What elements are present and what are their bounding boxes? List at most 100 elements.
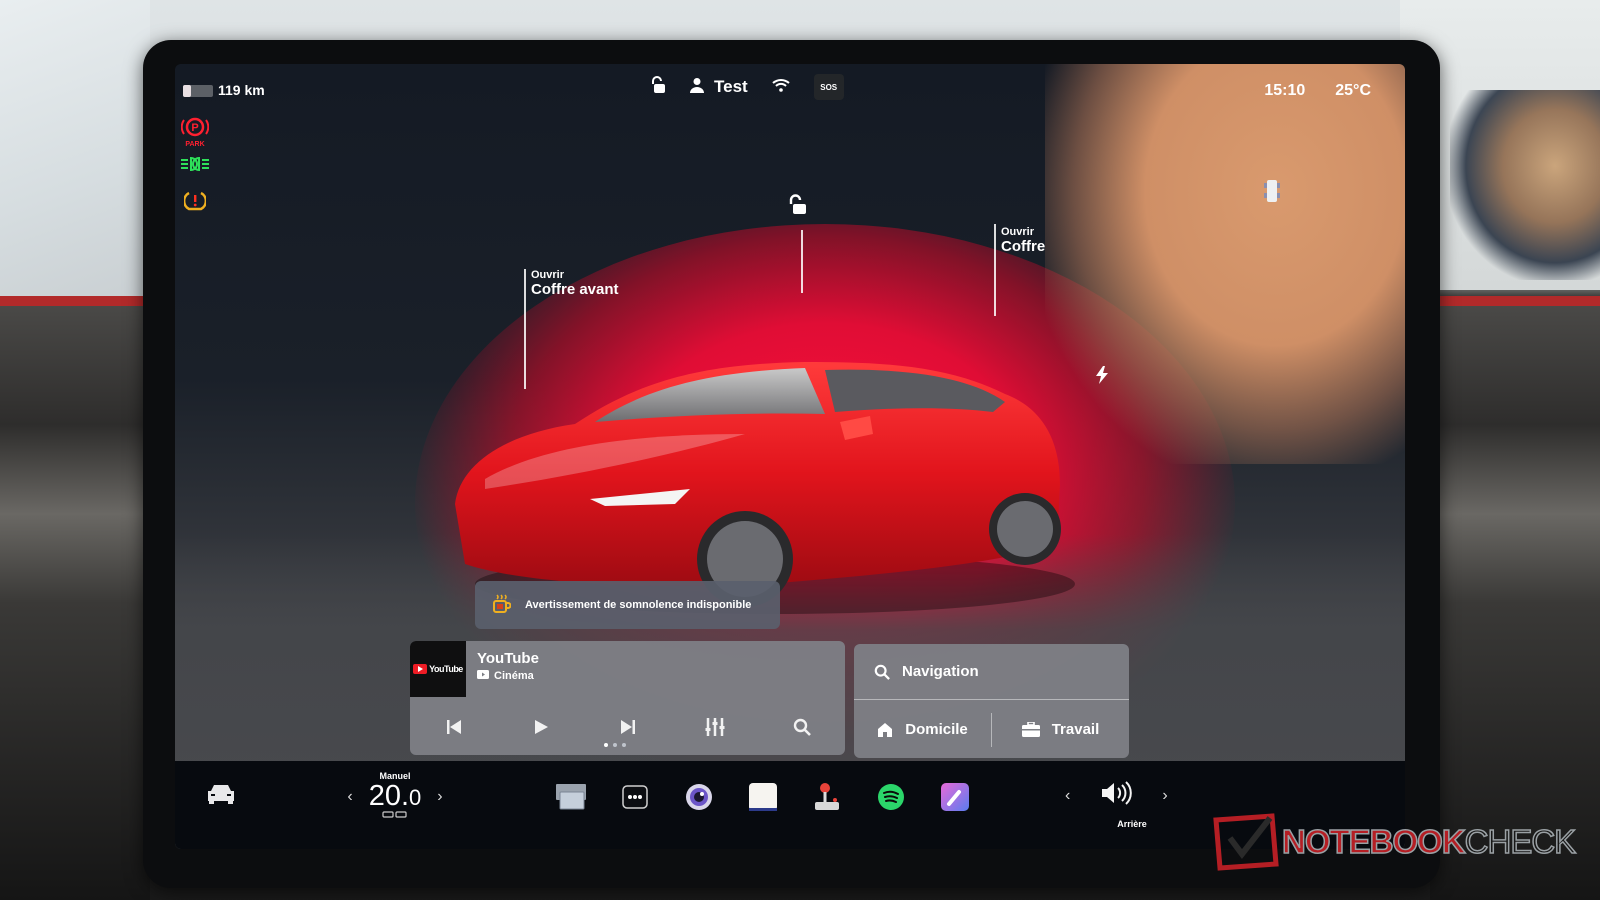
navigation-card: Navigation Domicile Travail bbox=[854, 644, 1129, 758]
volume-up-button[interactable]: › bbox=[1162, 787, 1167, 805]
background-person bbox=[1450, 90, 1600, 280]
page-indicator[interactable] bbox=[604, 743, 626, 747]
seat-heater-icons[interactable] bbox=[340, 811, 450, 822]
park-brake-indicator: P PARK bbox=[175, 116, 215, 148]
equalizer-button[interactable] bbox=[700, 712, 730, 742]
media-subtitle-text: Cinéma bbox=[494, 670, 534, 682]
headlights-indicator bbox=[175, 156, 215, 177]
seat-heater-icon bbox=[382, 811, 407, 818]
tire-pressure-warning-icon bbox=[182, 190, 208, 217]
profile-button[interactable]: Test bbox=[690, 77, 748, 98]
volume-zone-label: Arrière bbox=[1117, 819, 1147, 829]
app-spotify[interactable] bbox=[875, 781, 907, 813]
notebookcheck-watermark: NOTEBOOK CHECK bbox=[1212, 812, 1577, 872]
volume-down-button[interactable]: ‹ bbox=[1065, 787, 1070, 805]
drowsiness-alert: Avertissement de somnolence indisponible bbox=[475, 581, 780, 629]
media-source-art[interactable]: YouTube bbox=[410, 641, 466, 697]
park-label: PARK bbox=[185, 141, 205, 148]
frunk-label: Coffre avant bbox=[531, 281, 619, 298]
range-readout: 119 km bbox=[218, 82, 265, 98]
work-label: Travail bbox=[1051, 721, 1100, 738]
app-screen[interactable] bbox=[555, 781, 587, 813]
screen-reflection bbox=[1045, 64, 1405, 464]
briefcase-icon bbox=[1021, 722, 1040, 737]
coffee-cup-icon bbox=[493, 593, 512, 617]
play-button[interactable] bbox=[526, 712, 556, 742]
profile-name: Test bbox=[714, 77, 748, 96]
app-games[interactable] bbox=[811, 781, 843, 813]
page-dot-2[interactable] bbox=[613, 743, 617, 747]
drowsiness-alert-text: Avertissement de somnolence indisponible bbox=[525, 599, 752, 611]
notes-icon bbox=[749, 783, 777, 811]
vehicle-controls-button[interactable] bbox=[205, 783, 237, 810]
status-bar: 119 km Test SOS 15:10 25°C bbox=[175, 64, 1405, 114]
app-more[interactable] bbox=[619, 781, 651, 813]
search-icon bbox=[793, 718, 811, 736]
watermark-text-notebook: NOTEBOOK bbox=[1281, 822, 1466, 861]
skip-forward-icon bbox=[620, 720, 635, 734]
volume-control: ‹ › Arrière bbox=[1065, 781, 1168, 829]
app-notes[interactable] bbox=[747, 781, 779, 813]
vehicle-render[interactable] bbox=[445, 294, 1085, 624]
screen-icon bbox=[556, 784, 586, 810]
navigation-search-button[interactable]: Navigation bbox=[854, 644, 1129, 700]
climate-control: Manuel ‹ 20.0 › bbox=[340, 771, 450, 822]
sos-label: SOS bbox=[820, 82, 838, 92]
home-label: Domicile bbox=[905, 721, 968, 738]
parking-brake-icon: P bbox=[180, 116, 210, 143]
previous-track-button[interactable] bbox=[439, 712, 469, 742]
battery-indicator bbox=[183, 85, 213, 97]
youtube-logo: YouTube bbox=[413, 664, 463, 674]
media-title: YouTube bbox=[477, 650, 539, 667]
door-unlock-icon[interactable] bbox=[787, 194, 809, 221]
navigation-shortcuts: Domicile Travail bbox=[854, 701, 1129, 758]
search-icon bbox=[874, 664, 890, 680]
trunk-label: Coffre bbox=[1001, 238, 1046, 255]
wifi-icon[interactable] bbox=[772, 77, 790, 97]
camera-icon bbox=[686, 784, 712, 810]
volume-button[interactable] bbox=[1100, 781, 1133, 810]
headlights-icon bbox=[180, 156, 210, 177]
checkmark-logo-icon bbox=[1213, 813, 1279, 871]
time-temperature: 15:10 25°C bbox=[1264, 82, 1371, 100]
sos-button[interactable]: SOS bbox=[813, 74, 844, 100]
media-subtitle: Cinéma bbox=[477, 670, 534, 682]
background-room-left bbox=[0, 0, 150, 300]
app-camera[interactable] bbox=[683, 781, 715, 813]
equalizer-icon bbox=[705, 718, 724, 736]
play-icon bbox=[534, 720, 548, 734]
vehicle-rear-rim bbox=[997, 501, 1053, 557]
joystick-icon bbox=[815, 783, 839, 810]
page-dot-1[interactable] bbox=[604, 743, 608, 747]
video-icon bbox=[477, 670, 489, 682]
center-status: Test SOS bbox=[650, 74, 844, 100]
temperature-decimal: 0 bbox=[409, 785, 422, 810]
lock-icon[interactable] bbox=[650, 75, 666, 99]
app-karaoke[interactable] bbox=[939, 781, 971, 813]
next-track-button[interactable] bbox=[613, 712, 643, 742]
charge-port-icon[interactable] bbox=[1095, 366, 1109, 389]
svg-text:P: P bbox=[191, 122, 198, 134]
watermark-text-check: CHECK bbox=[1464, 822, 1577, 861]
media-player: YouTube YouTube Cinéma bbox=[410, 641, 845, 755]
media-controls bbox=[410, 707, 845, 747]
spotify-icon bbox=[878, 784, 904, 810]
youtube-logo-text: YouTube bbox=[429, 664, 463, 674]
youtube-play-icon bbox=[413, 664, 428, 674]
media-search-button[interactable] bbox=[787, 712, 817, 742]
temperature-up-button[interactable]: › bbox=[437, 788, 442, 806]
user-icon bbox=[690, 77, 704, 98]
battery-fill bbox=[183, 85, 191, 97]
dashboard-right bbox=[1430, 306, 1600, 900]
work-shortcut-button[interactable]: Travail bbox=[992, 701, 1129, 758]
temperature-down-button[interactable]: ‹ bbox=[347, 788, 352, 806]
trunk-action: Ouvrir bbox=[1001, 226, 1035, 238]
temperature-integer: 20. bbox=[368, 780, 410, 812]
page-dot-3[interactable] bbox=[622, 743, 626, 747]
rear-seat-icon[interactable] bbox=[1263, 178, 1281, 209]
home-shortcut-button[interactable]: Domicile bbox=[854, 701, 991, 758]
home-icon bbox=[878, 722, 893, 737]
skip-back-icon bbox=[446, 720, 461, 734]
more-icon bbox=[622, 785, 648, 809]
cabin-temperature[interactable]: 20.0 bbox=[369, 781, 422, 813]
